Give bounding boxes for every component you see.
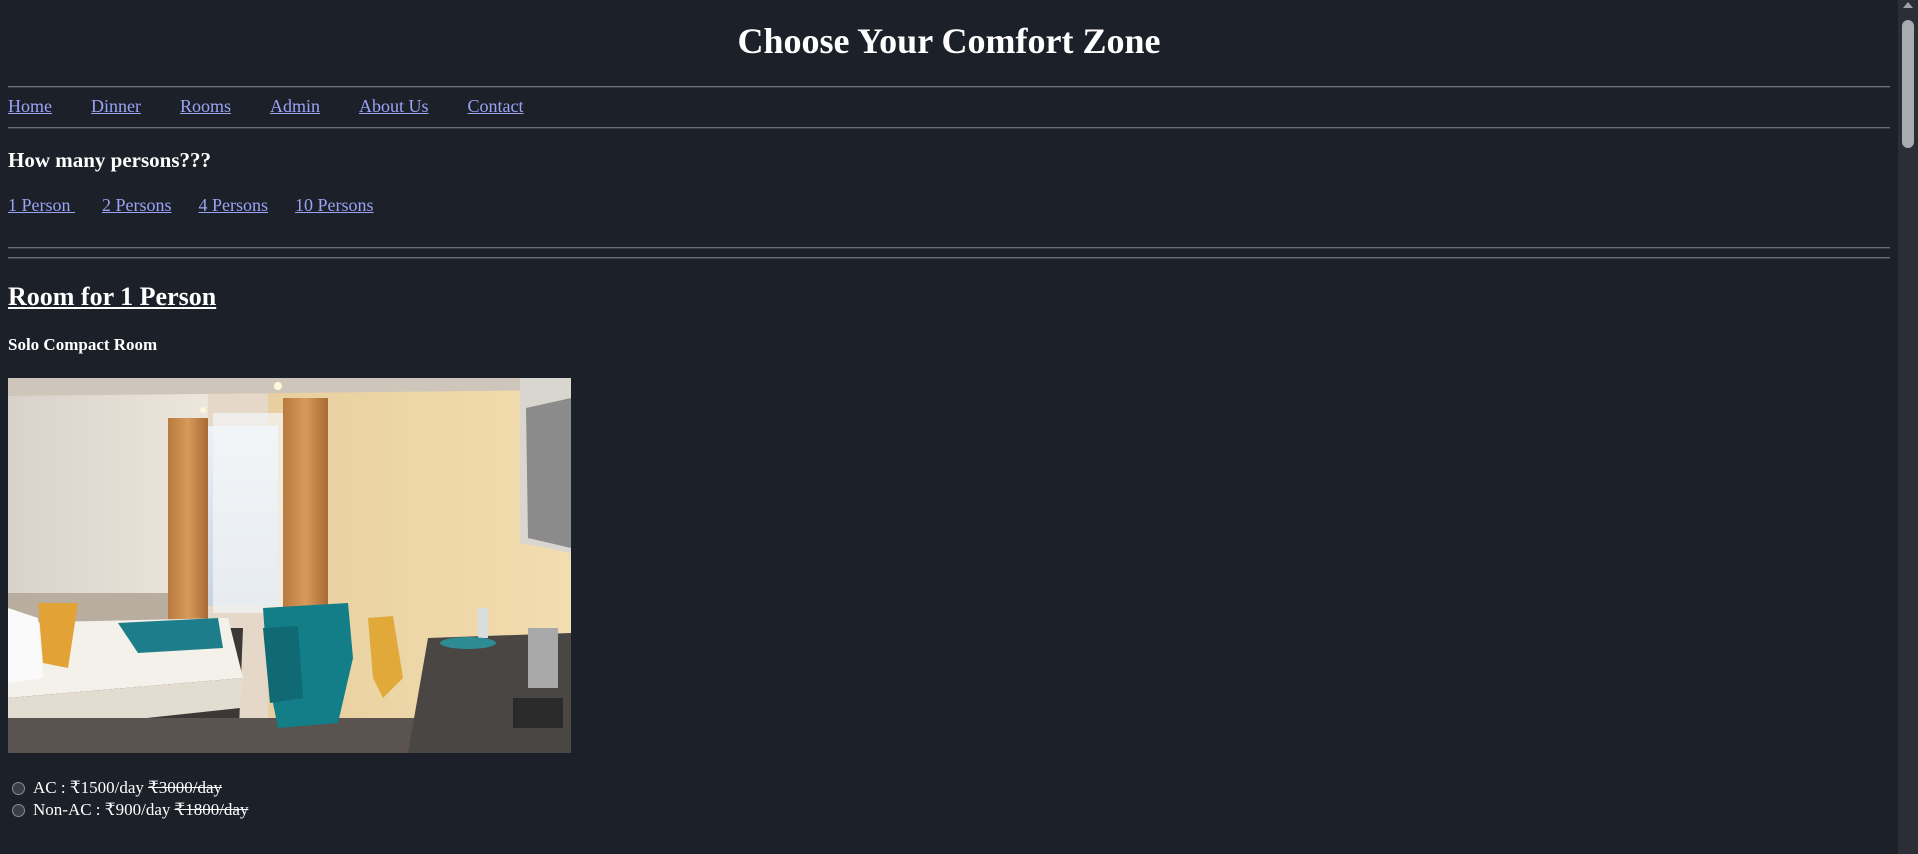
divider — [8, 257, 1890, 259]
hotel-room-image — [8, 378, 571, 753]
original-price-non-ac: ₹1800/day — [174, 800, 249, 819]
price-non-ac: Non-AC : ₹900/day — [33, 800, 171, 819]
nav-rooms[interactable]: Rooms — [180, 96, 231, 118]
scroll-thumb[interactable] — [1902, 20, 1914, 148]
radio-non-ac[interactable] — [12, 803, 25, 817]
divider — [8, 86, 1890, 88]
page: Choose Your Comfort Zone Home Dinner Roo… — [0, 0, 1898, 854]
room-heading: Room for 1 Person — [8, 282, 217, 311]
nav-home[interactable]: Home — [8, 96, 52, 118]
vertical-scrollbar[interactable] — [1898, 0, 1918, 854]
divider — [8, 127, 1890, 129]
persons-link-1[interactable]: 1 Person — [8, 195, 75, 216]
nav-contact[interactable]: Contact — [468, 96, 524, 118]
main-nav: Home Dinner Rooms Admin About Us Contact — [8, 96, 563, 118]
option-non-ac: Non-AC : ₹900/day ₹1800/day — [12, 799, 248, 821]
persons-link-10[interactable]: 10 Persons — [295, 195, 374, 216]
option-ac: AC : ₹1500/day ₹3000/day — [12, 777, 248, 799]
persons-question: How many persons??? — [8, 148, 212, 172]
divider — [8, 247, 1890, 249]
room-photo — [8, 378, 571, 753]
nav-dinner[interactable]: Dinner — [91, 96, 141, 118]
nav-about-us[interactable]: About Us — [359, 96, 429, 118]
page-title: Choose Your Comfort Zone — [737, 21, 1161, 61]
original-price-ac: ₹3000/day — [147, 778, 223, 797]
radio-ac[interactable] — [12, 781, 25, 795]
persons-link-4[interactable]: 4 Persons — [199, 195, 269, 216]
nav-admin[interactable]: Admin — [270, 96, 320, 118]
scroll-up-arrow-icon[interactable] — [1903, 2, 1913, 8]
persons-link-2[interactable]: 2 Persons — [102, 195, 172, 216]
persons-links: 1 Person 2 Persons 4 Persons 10 Persons — [8, 195, 401, 216]
room-name: Solo Compact Room — [8, 335, 158, 354]
room-pricing-options: AC : ₹1500/day ₹3000/day Non-AC : ₹900/d… — [12, 777, 248, 821]
price-ac: AC : ₹1500/day — [33, 778, 144, 797]
